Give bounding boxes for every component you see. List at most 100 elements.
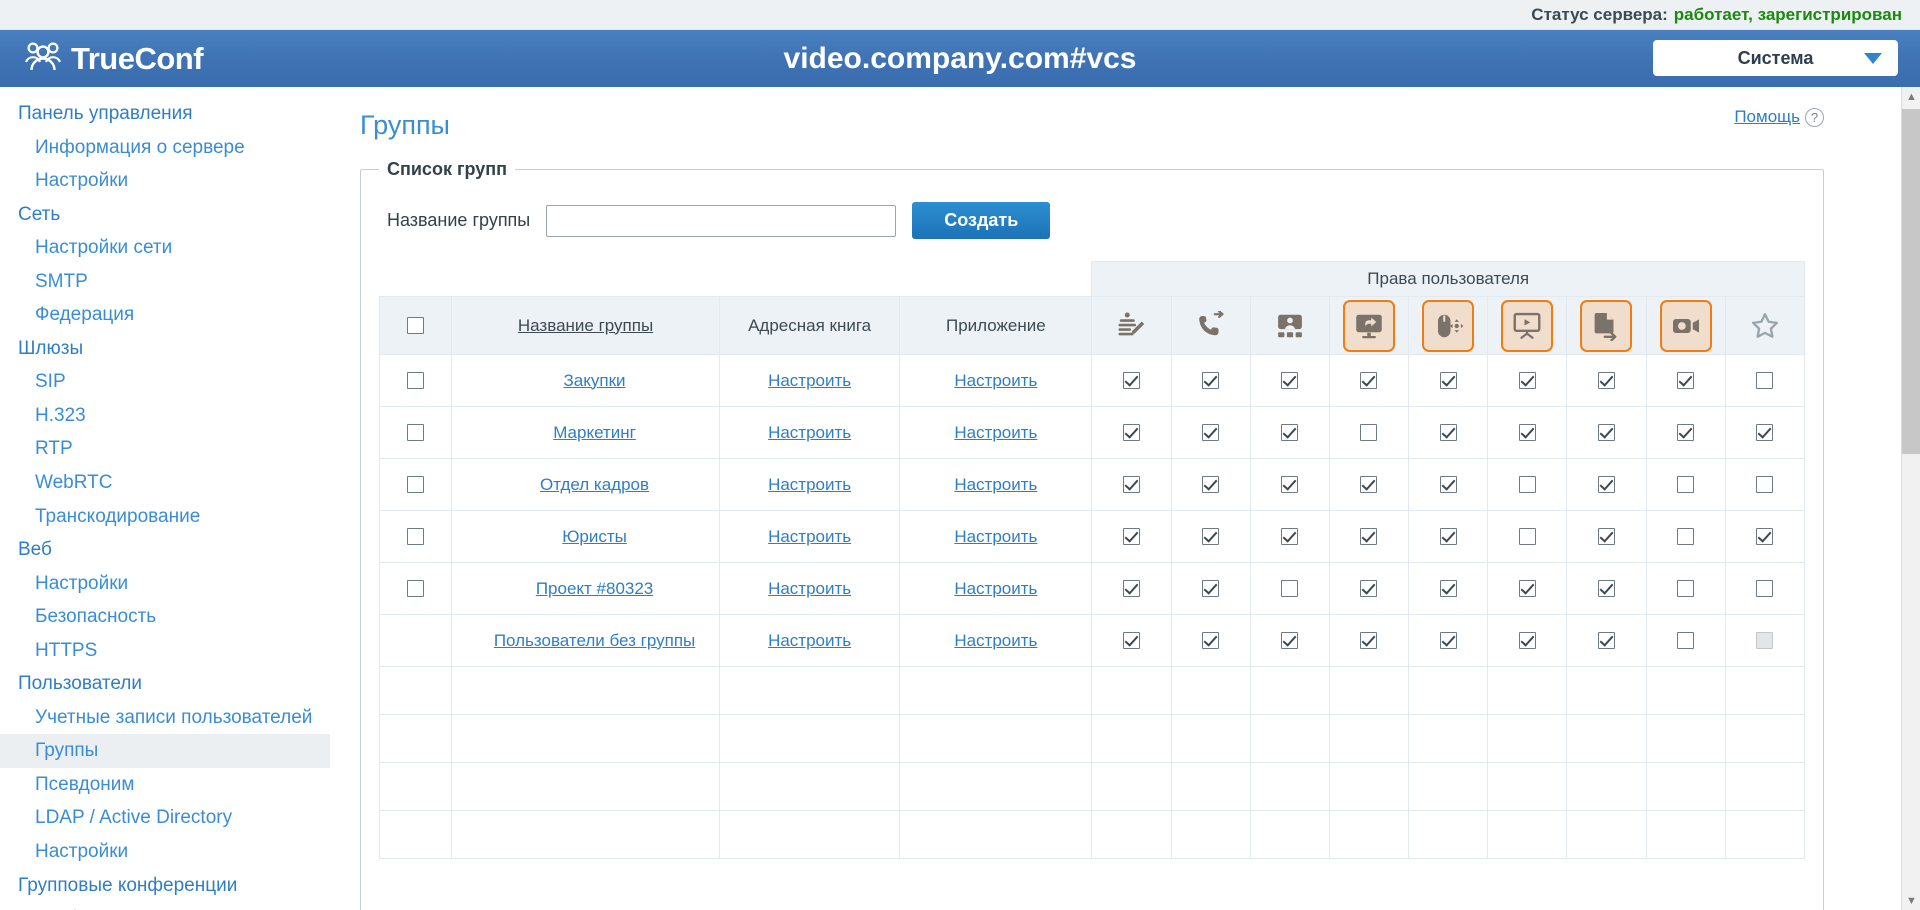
column-header-name[interactable]: Название группы [451,296,720,355]
permission-checkbox-star-icon[interactable] [1756,371,1774,389]
permission-column-address-book-edit-icon[interactable] [1091,296,1172,355]
select-all-checkbox[interactable] [407,316,425,334]
permission-checkbox-video-record-icon[interactable] [1677,579,1695,597]
trueconf-logo[interactable]: TrueConf [24,40,204,77]
group-name-link[interactable]: Закупки [564,371,626,390]
group-name-link[interactable]: Проект #80323 [536,579,653,598]
sidebar-item-18[interactable]: Учетные записи пользователей [0,701,330,735]
permission-checkbox-call-forward-icon[interactable] [1202,631,1220,649]
permission-checkbox-slideshow-icon[interactable] [1518,475,1536,493]
chevron-up-icon[interactable]: ▲ [1902,87,1920,106]
sidebar-item-20[interactable]: Псевдоним [0,768,330,802]
permission-checkbox-slideshow-icon[interactable] [1518,371,1536,389]
sidebar-item-16[interactable]: HTTPS [0,634,330,668]
sidebar-item-15[interactable]: Безопасность [0,600,330,634]
permission-checkbox-video-wall-icon[interactable] [1281,475,1299,493]
address-book-configure-link[interactable]: Настроить [768,579,851,598]
sidebar-item-12[interactable]: Транскодирование [0,500,330,534]
sidebar-item-7[interactable]: Шлюзы [0,332,330,366]
permission-checkbox-slideshow-icon[interactable] [1518,579,1536,597]
row-select-checkbox[interactable] [407,475,425,493]
permission-checkbox-video-wall-icon[interactable] [1281,423,1299,441]
group-name-link[interactable]: Маркетинг [553,423,636,442]
group-name-link[interactable]: Отдел кадров [540,475,649,494]
permission-checkbox-screen-share-icon[interactable] [1360,423,1378,441]
permission-checkbox-slideshow-icon[interactable] [1518,527,1536,545]
application-configure-link[interactable]: Настроить [954,527,1037,546]
permission-checkbox-video-wall-icon[interactable] [1281,527,1299,545]
sidebar-item-23[interactable]: Групповые конференции [0,869,330,903]
application-configure-link[interactable]: Настроить [954,475,1037,494]
permission-checkbox-call-forward-icon[interactable] [1202,423,1220,441]
permission-checkbox-call-forward-icon[interactable] [1202,527,1220,545]
permission-checkbox-star-icon[interactable] [1756,527,1774,545]
application-configure-link[interactable]: Настроить [954,631,1037,650]
application-configure-link[interactable]: Настроить [954,579,1037,598]
help-link[interactable]: Помощь ? [1734,107,1824,127]
sidebar-item-6[interactable]: Федерация [0,298,330,332]
permission-checkbox-screen-share-icon[interactable] [1360,371,1378,389]
group-name-link[interactable]: Пользователи без группы [494,631,695,650]
sidebar-item-10[interactable]: RTP [0,432,330,466]
permission-checkbox-address-book-edit-icon[interactable] [1122,371,1140,389]
system-dropdown[interactable]: Система [1653,40,1898,76]
permission-checkbox-video-wall-icon[interactable] [1281,371,1299,389]
row-select-checkbox[interactable] [407,527,425,545]
sidebar-item-19[interactable]: Группы [0,734,330,768]
sidebar-item-2[interactable]: Настройки [0,164,330,198]
permission-checkbox-call-forward-icon[interactable] [1202,371,1220,389]
application-configure-link[interactable]: Настроить [954,423,1037,442]
row-select-checkbox[interactable] [407,371,425,389]
address-book-configure-link[interactable]: Настроить [768,527,851,546]
sidebar-item-8[interactable]: SIP [0,365,330,399]
permission-checkbox-address-book-edit-icon[interactable] [1122,423,1140,441]
permission-checkbox-file-transfer-icon[interactable] [1597,371,1615,389]
permission-checkbox-remote-mouse-control-icon[interactable] [1439,475,1457,493]
permission-checkbox-slideshow-icon[interactable] [1518,631,1536,649]
sidebar-item-22[interactable]: Настройки [0,835,330,869]
permission-column-file-transfer-icon[interactable] [1566,296,1647,355]
permission-column-video-record-icon[interactable] [1645,296,1726,355]
permission-column-screen-share-icon[interactable] [1328,296,1410,355]
sidebar-item-4[interactable]: Настройки сети [0,231,330,265]
permission-checkbox-video-record-icon[interactable] [1677,423,1695,441]
permission-checkbox-video-record-icon[interactable] [1677,527,1695,545]
permission-checkbox-address-book-edit-icon[interactable] [1122,631,1140,649]
sidebar-item-3[interactable]: Сеть [0,198,330,232]
permission-checkbox-slideshow-icon[interactable] [1518,423,1536,441]
permission-checkbox-file-transfer-icon[interactable] [1597,579,1615,597]
permission-checkbox-remote-mouse-control-icon[interactable] [1439,423,1457,441]
permission-checkbox-screen-share-icon[interactable] [1360,527,1378,545]
permission-checkbox-star-icon[interactable] [1756,475,1774,493]
permission-checkbox-remote-mouse-control-icon[interactable] [1439,371,1457,389]
address-book-configure-link[interactable]: Настроить [768,423,851,442]
permission-checkbox-file-transfer-icon[interactable] [1597,631,1615,649]
permission-column-slideshow-icon[interactable] [1487,296,1568,355]
sidebar-item-17[interactable]: Пользователи [0,667,330,701]
application-configure-link[interactable]: Настроить [954,371,1037,390]
sidebar-item-13[interactable]: Веб [0,533,330,567]
permission-checkbox-video-wall-icon[interactable] [1281,579,1299,597]
permission-checkbox-screen-share-icon[interactable] [1360,631,1378,649]
sidebar-item-11[interactable]: WebRTC [0,466,330,500]
group-name-input[interactable] [546,204,897,237]
sidebar-item-9[interactable]: H.323 [0,399,330,433]
permission-checkbox-address-book-edit-icon[interactable] [1122,579,1140,597]
sidebar-item-5[interactable]: SMTP [0,265,330,299]
row-select-checkbox[interactable] [407,579,425,597]
permission-checkbox-remote-mouse-control-icon[interactable] [1439,579,1457,597]
permission-column-call-forward-icon[interactable] [1170,296,1251,355]
permission-column-remote-mouse-control-icon[interactable] [1408,296,1489,355]
sidebar-item-0[interactable]: Панель управления [0,97,330,131]
permission-checkbox-call-forward-icon[interactable] [1202,579,1220,597]
permission-checkbox-file-transfer-icon[interactable] [1597,423,1615,441]
permission-checkbox-video-record-icon[interactable] [1677,475,1695,493]
sidebar-item-14[interactable]: Настройки [0,567,330,601]
permission-checkbox-screen-share-icon[interactable] [1360,475,1378,493]
permission-checkbox-remote-mouse-control-icon[interactable] [1439,631,1457,649]
chevron-down-icon[interactable]: ▼ [1902,891,1920,910]
sidebar-item-1[interactable]: Информация о сервере [0,131,330,165]
scrollbar-thumb[interactable] [1902,109,1920,454]
permission-checkbox-star-icon[interactable] [1756,579,1774,597]
permission-checkbox-file-transfer-icon[interactable] [1597,475,1615,493]
